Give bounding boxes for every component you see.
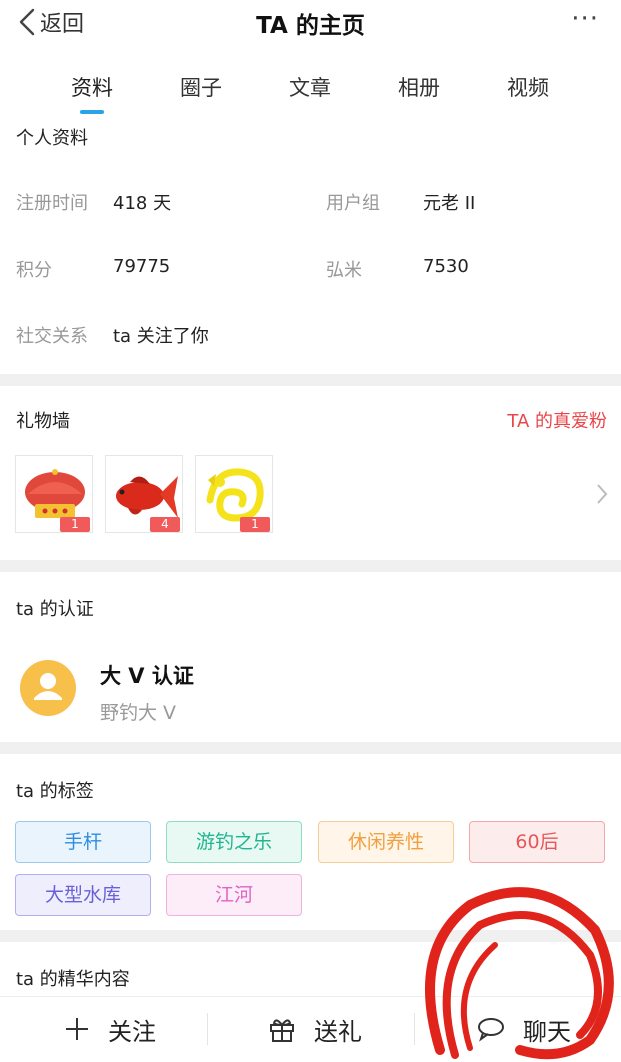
chevron-right-icon[interactable] — [595, 482, 609, 506]
section-divider — [0, 374, 621, 386]
tab-circles[interactable]: 圈子 — [156, 72, 246, 102]
gift-icon — [270, 1019, 294, 1042]
gift-item[interactable]: 1 — [195, 455, 273, 533]
gift-count-badge: 1 — [60, 517, 90, 532]
gift-count-badge: 4 — [150, 517, 180, 532]
social-relation-value: ta 关注了你 — [113, 326, 209, 347]
tab-videos[interactable]: 视频 — [483, 72, 573, 102]
register-time-label: 注册时间 — [16, 193, 88, 214]
points-value: 79775 — [113, 256, 171, 277]
tag-chip[interactable]: 60后 — [469, 821, 605, 863]
divider — [207, 1013, 208, 1045]
divider — [414, 1013, 415, 1045]
tab-articles[interactable]: 文章 — [265, 72, 355, 102]
certification-name: 大 V 认证 — [100, 664, 194, 688]
certification-subtitle: 野钓大 V — [100, 702, 177, 724]
nav-bar: 返回 TA 的主页 ··· — [0, 0, 621, 50]
follow-label: 关注 — [108, 1017, 156, 1046]
user-group-label: 用户组 — [326, 193, 380, 214]
section-divider — [0, 930, 621, 942]
avatar — [20, 660, 76, 716]
chat-button[interactable]: 聊天 — [477, 1011, 571, 1047]
hongmi-label: 弘米 — [326, 260, 362, 281]
register-time-value: 418 天 — [113, 193, 172, 214]
true-fans-link[interactable]: TA 的真爱粉 — [507, 407, 607, 433]
chat-bubble-icon — [478, 1018, 504, 1042]
tag-chip[interactable]: 江河 — [166, 874, 302, 916]
gift-wall-title: 礼物墙 — [16, 411, 70, 432]
tab-profile[interactable]: 资料 — [47, 72, 137, 102]
chat-label: 聊天 — [523, 1017, 571, 1046]
page-title: TA 的主页 — [256, 13, 365, 39]
follow-button[interactable]: 关注 — [64, 1011, 156, 1047]
send-gift-label: 送礼 — [314, 1017, 362, 1046]
tag-chip[interactable]: 大型水库 — [15, 874, 151, 916]
active-tab-indicator — [80, 110, 104, 114]
tag-chip[interactable]: 手杆 — [15, 821, 151, 863]
points-label: 积分 — [16, 260, 52, 281]
tag-chip[interactable]: 游钓之乐 — [166, 821, 302, 863]
section-divider — [0, 560, 621, 572]
tab-bar: 资料 圈子 文章 相册 视频 — [0, 62, 621, 114]
user-icon — [34, 673, 62, 700]
gift-item[interactable]: 1 — [15, 455, 93, 533]
user-group-value: 元老 II — [423, 193, 476, 214]
gift-count-badge: 1 — [240, 517, 270, 532]
section-divider — [0, 742, 621, 754]
tag-chip[interactable]: 休闲养性 — [318, 821, 454, 863]
send-gift-button[interactable]: 送礼 — [268, 1011, 362, 1047]
gift-item[interactable]: 4 — [105, 455, 183, 533]
plus-icon — [66, 1018, 88, 1040]
tags-title: ta 的标签 — [16, 781, 94, 802]
more-icon[interactable]: ··· — [571, 6, 599, 32]
certification-title: ta 的认证 — [16, 599, 94, 620]
bottom-action-bar: 关注 送礼 聊天 — [0, 996, 621, 1062]
highlights-title: ta 的精华内容 — [16, 969, 130, 990]
tab-album[interactable]: 相册 — [374, 72, 464, 102]
hongmi-value: 7530 — [423, 256, 469, 277]
social-relation-label: 社交关系 — [16, 326, 88, 347]
profile-section-title: 个人资料 — [16, 128, 88, 149]
